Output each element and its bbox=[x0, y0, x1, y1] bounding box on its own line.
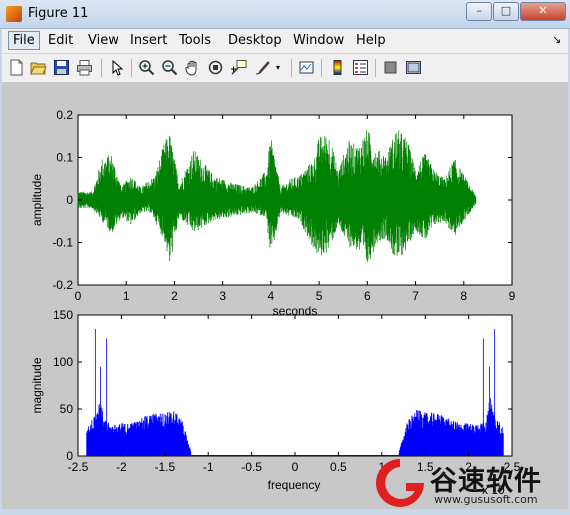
x-tick-label: 5 bbox=[316, 289, 323, 303]
menu-edit[interactable]: Edit bbox=[44, 32, 77, 49]
toolbar-separator bbox=[101, 59, 102, 77]
x-tick-label: 8 bbox=[460, 289, 467, 303]
y-tick-label: -0.1 bbox=[52, 236, 73, 250]
print-icon[interactable] bbox=[76, 59, 93, 76]
toolbar-separator bbox=[131, 59, 132, 77]
magnitude-xlabel: frequency bbox=[268, 478, 321, 492]
legend-icon[interactable] bbox=[352, 59, 369, 76]
y-tick-label: 50 bbox=[60, 402, 74, 416]
menu-bar: File Edit View Insert Tools Desktop Wind… bbox=[2, 29, 568, 54]
zoom-in-icon[interactable] bbox=[138, 59, 155, 76]
toolbar-separator bbox=[375, 59, 376, 77]
menu-tools[interactable]: Tools bbox=[175, 32, 215, 49]
x-tick-label: 3 bbox=[219, 289, 226, 303]
save-icon[interactable] bbox=[53, 59, 70, 76]
menu-desktop[interactable]: Desktop bbox=[224, 32, 286, 49]
menu-help[interactable]: Help bbox=[352, 32, 390, 49]
pointer-icon[interactable] bbox=[108, 59, 125, 76]
y-tick-label: 150 bbox=[53, 308, 73, 322]
title-bar[interactable]: Figure 11 – □ ✕ bbox=[0, 0, 570, 29]
link-plot-icon[interactable] bbox=[298, 59, 315, 76]
new-figure-icon[interactable] bbox=[8, 59, 25, 76]
x-tick-label: 2 bbox=[171, 289, 178, 303]
menu-window[interactable]: Window bbox=[289, 32, 348, 49]
rotate-3d-icon[interactable] bbox=[207, 59, 224, 76]
brush-dropdown-arrow-icon[interactable]: ▾ bbox=[273, 59, 283, 76]
watermark: 谷速软件 www.gususoft.com bbox=[372, 455, 570, 511]
y-tick-label: 0.2 bbox=[56, 108, 73, 122]
dock-arrow-icon[interactable]: ↘ bbox=[548, 32, 565, 47]
show-plot-tools-icon[interactable] bbox=[405, 59, 422, 76]
x-tick-label: -1 bbox=[203, 460, 214, 474]
figure-window: Figure 11 – □ ✕ File Edit View Insert To… bbox=[0, 0, 570, 511]
minimize-button[interactable]: – bbox=[466, 2, 492, 21]
x-tick-label: 4 bbox=[268, 289, 275, 303]
amplitude-axes[interactable]: 0123456789 -0.2-0.100.10.2 seconds ampli… bbox=[30, 108, 516, 318]
x-tick-label: 0 bbox=[292, 460, 299, 474]
window-title: Figure 11 bbox=[28, 6, 89, 21]
matlab-logo-icon bbox=[6, 6, 22, 22]
x-tick-label: 6 bbox=[364, 289, 371, 303]
x-tick-label: 0.5 bbox=[330, 460, 347, 474]
toolbar-separator bbox=[321, 59, 322, 77]
figure-plots: 0123456789 -0.2-0.100.10.2 seconds ampli… bbox=[30, 108, 521, 497]
maximize-button[interactable]: □ bbox=[493, 2, 519, 21]
x-tick-label: -0.5 bbox=[241, 460, 262, 474]
x-tick-label: 0 bbox=[75, 289, 82, 303]
y-tick-label: -0.2 bbox=[52, 278, 73, 292]
brush-icon[interactable] bbox=[254, 59, 271, 76]
x-tick-label: 9 bbox=[509, 289, 516, 303]
colorbar-icon[interactable] bbox=[329, 59, 346, 76]
figure-canvas: 0123456789 -0.2 -0.1 0 0.1 0.2 seconds ampli… bbox=[2, 83, 568, 509]
x-tick-label: 7 bbox=[412, 289, 419, 303]
magnitude-ylabel: magnitude bbox=[30, 357, 44, 413]
figure-toolbar: ▾ bbox=[2, 54, 568, 83]
pan-icon[interactable] bbox=[184, 59, 201, 76]
x-tick-label: 1 bbox=[123, 289, 130, 303]
y-tick-label: 0 bbox=[66, 449, 73, 463]
y-tick-label: 0 bbox=[66, 193, 73, 207]
y-tick-label: 0.1 bbox=[56, 151, 73, 165]
close-button[interactable]: ✕ bbox=[520, 2, 566, 21]
zoom-out-icon[interactable] bbox=[161, 59, 178, 76]
menu-view[interactable]: View bbox=[84, 32, 123, 49]
watermark-url: www.gususoft.com bbox=[434, 493, 538, 506]
toolbar-separator bbox=[291, 59, 292, 77]
hide-plot-tools-icon[interactable] bbox=[382, 59, 399, 76]
amplitude-ylabel: amplitude bbox=[30, 174, 44, 226]
y-tick-label: 100 bbox=[53, 355, 73, 369]
data-cursor-icon[interactable] bbox=[230, 59, 247, 76]
menu-file[interactable]: File bbox=[8, 31, 40, 50]
x-tick-label: -1.5 bbox=[154, 460, 175, 474]
menu-insert[interactable]: Insert bbox=[126, 32, 171, 49]
x-tick-label: -2 bbox=[116, 460, 127, 474]
open-file-icon[interactable] bbox=[30, 59, 47, 76]
